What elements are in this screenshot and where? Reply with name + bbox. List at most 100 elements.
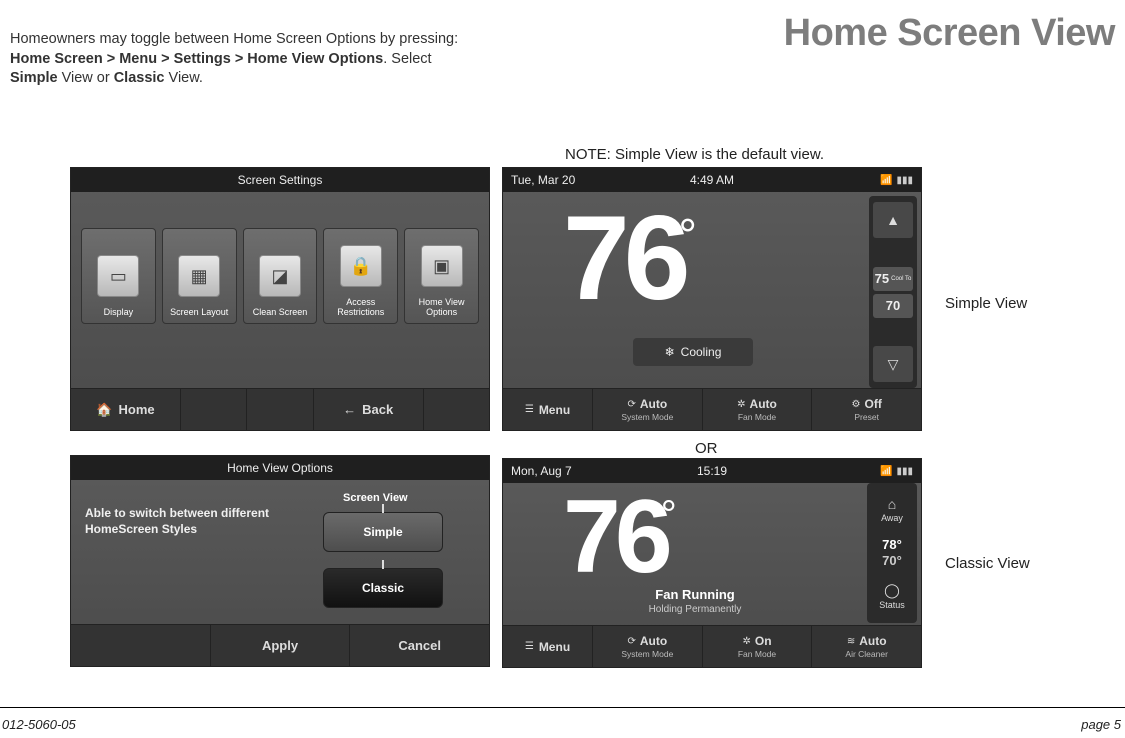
cool-to-chip[interactable]: 75 Cool To <box>873 267 913 291</box>
tile-hvo-label: Home View Options <box>405 297 478 317</box>
back-button[interactable]: ← Back <box>314 389 424 430</box>
tile-screen-layout[interactable]: ▦ Screen Layout <box>162 228 237 324</box>
air-big: Auto <box>859 634 886 648</box>
temp-up-button[interactable]: ▲ <box>873 202 913 238</box>
menu-button-2[interactable]: ☰ Menu <box>503 626 593 667</box>
sysmode-small-2: System Mode <box>621 649 673 659</box>
intro-end: View. <box>165 70 203 86</box>
sysmode-icon: ⟳ <box>627 399 635 410</box>
fan-mode-button-2[interactable]: ✲On Fan Mode <box>703 626 813 667</box>
setpoint-chip[interactable]: 78° 70° <box>882 537 902 568</box>
option-simple-button[interactable]: Simple <box>323 512 443 552</box>
status-label: Status <box>879 600 905 610</box>
cool-to-label: Cool To <box>891 276 911 282</box>
simple-temperature: 76° <box>563 198 697 318</box>
status-button[interactable]: ◯ Status <box>879 582 905 610</box>
simple-date: Tue, Mar 20 <box>511 173 575 187</box>
settings-bottombar-spacer3 <box>424 389 489 430</box>
intro-classic: Classic <box>114 70 165 86</box>
screen-simple-view: Tue, Mar 20 4:49 AM 📶 ▮▮▮ 76° ❄ Cooling … <box>502 167 922 431</box>
fanmode-small-2: Fan Mode <box>738 649 776 659</box>
simple-temp-value: 76 <box>563 191 684 325</box>
intro-l1: Homeowners may toggle between Home Scree… <box>10 31 458 47</box>
sysmode-big: Auto <box>640 397 667 411</box>
away-house-icon: ⌂ <box>888 496 896 512</box>
preset-big: Off <box>865 397 882 411</box>
hvo-topbar: Home View Options <box>71 456 489 480</box>
tile-home-view-options[interactable]: ▣ Home View Options <box>404 228 479 324</box>
simple-side-panel: ▲ 75 Cool To 70 ▽ <box>869 196 917 388</box>
connector-line-2 <box>382 560 384 569</box>
layout-icon: ▦ <box>178 255 220 297</box>
tile-clean-screen[interactable]: ◪ Clean Screen <box>243 228 318 324</box>
cool-to-value: 75 <box>875 271 889 286</box>
classic-side-panel: ⌂ Away 78° 70° ◯ Status <box>867 483 917 623</box>
hvo-title: Home View Options <box>227 461 333 475</box>
page-number: page 5 <box>1081 717 1121 732</box>
cancel-label: Cancel <box>398 638 441 653</box>
cooling-status-chip[interactable]: ❄ Cooling <box>633 338 753 366</box>
tile-display[interactable]: ▭ Display <box>81 228 156 324</box>
apply-button[interactable]: Apply <box>211 625 351 666</box>
back-label: Back <box>362 402 393 417</box>
temp-down-button[interactable]: ▽ <box>873 346 913 382</box>
intro-mid: View or <box>58 70 114 86</box>
sysmode-small: System Mode <box>621 412 673 422</box>
home-label: Home <box>119 402 155 417</box>
holding-label: Holding Permanently <box>605 604 785 615</box>
lock-icon: 🔒 <box>340 245 382 287</box>
screen-classic-view: Mon, Aug 7 15:19 📶 ▮▮▮ 76° Fan Running H… <box>502 458 922 668</box>
cooling-label: Cooling <box>681 345 722 359</box>
tile-layout-label: Screen Layout <box>170 307 228 317</box>
display-icon: ▭ <box>97 255 139 297</box>
note-text: NOTE: Simple View is the default view. <box>565 146 824 163</box>
cooling-icon: ❄ <box>665 345 675 359</box>
settings-bottombar-spacer1 <box>181 389 247 430</box>
tile-access-label: Access Restrictions <box>324 297 397 317</box>
degree-icon-2: ° <box>661 493 671 537</box>
system-mode-button[interactable]: ⟳ Auto System Mode <box>593 389 703 430</box>
wifi-icon-2: 📶 <box>880 466 892 477</box>
preset-button[interactable]: ⚙ Off Preset <box>812 389 921 430</box>
signal-icon-2: ▮▮▮ <box>896 466 913 477</box>
hvo-section-label: Screen View <box>343 492 408 504</box>
tile-access-restrictions[interactable]: 🔒 Access Restrictions <box>323 228 398 324</box>
fan-icon: ✲ <box>737 399 745 410</box>
menu-label-2: Menu <box>539 640 570 654</box>
menu-button[interactable]: ☰ Menu <box>503 389 593 430</box>
intro-l2: . Select <box>383 51 431 67</box>
tile-clean-label: Clean Screen <box>253 307 308 317</box>
sysmode-big-2: Auto <box>640 634 667 648</box>
fanmode-small: Fan Mode <box>738 412 776 422</box>
classic-time: 15:19 <box>697 464 727 478</box>
fan-mode-button[interactable]: ✲ Auto Fan Mode <box>703 389 813 430</box>
fanmode-big: Auto <box>750 397 777 411</box>
air-icon: ≋ <box>847 636 855 647</box>
hvo-spacer-1 <box>71 625 211 666</box>
back-arrow-icon: ← <box>343 402 356 417</box>
option-classic-button[interactable]: Classic <box>323 568 443 608</box>
label-classic-view: Classic View <box>945 555 1030 572</box>
classic-date: Mon, Aug 7 <box>511 464 572 478</box>
fan-running-label: Fan Running <box>605 587 785 602</box>
setpoint2-value: 70 <box>886 298 900 313</box>
sp-heat: 70° <box>882 553 902 568</box>
cancel-button[interactable]: Cancel <box>350 625 489 666</box>
screen-home-view-options: Home View Options Able to switch between… <box>70 455 490 667</box>
preset-small: Preset <box>854 412 879 422</box>
system-mode-button-2[interactable]: ⟳ Auto System Mode <box>593 626 703 667</box>
label-simple-view: Simple View <box>945 295 1027 312</box>
connector-line-1 <box>382 504 384 513</box>
sysmode-icon-2: ⟳ <box>627 636 635 647</box>
menu-icon-2: ☰ <box>525 641 534 652</box>
or-text: OR <box>695 440 718 457</box>
menu-label: Menu <box>539 403 570 417</box>
setpoint2-chip[interactable]: 70 <box>873 294 913 318</box>
footer-rule <box>0 707 1125 708</box>
air-cleaner-button[interactable]: ≋Auto Air Cleaner <box>812 626 921 667</box>
settings-topbar: Screen Settings <box>71 168 489 192</box>
home-button[interactable]: 🏠 Home <box>71 389 181 430</box>
intro-simple: Simple <box>10 70 58 86</box>
sliders-icon: ⚙ <box>852 399 861 410</box>
away-button[interactable]: ⌂ Away <box>881 496 903 523</box>
